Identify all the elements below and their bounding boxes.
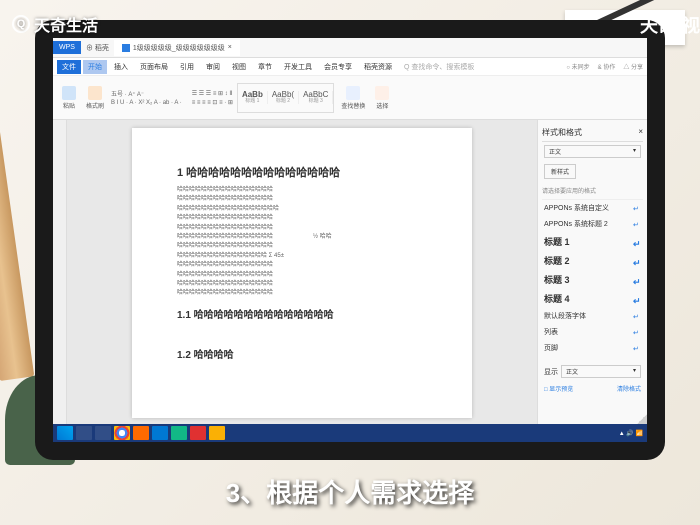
body-text: 哈哈哈哈哈哈哈哈哈哈哈哈哈哈哈哈 (177, 195, 427, 203)
style-preview-3[interactable]: AaBbC标题 3 (299, 91, 333, 104)
document-page[interactable]: 1 哈哈哈哈哈哈哈哈哈哈哈哈哈哈 哈哈哈哈哈哈哈哈哈哈哈哈哈哈哈哈 哈哈哈哈哈哈… (132, 128, 472, 418)
body-text: 哈哈哈哈哈哈哈哈哈哈哈哈哈哈哈哈 (177, 242, 427, 250)
task-search[interactable] (76, 426, 92, 440)
menu-resources[interactable]: 稻壳资源 (359, 60, 397, 74)
style-preview-1[interactable]: AaBb标题 1 (238, 91, 268, 104)
menu-start[interactable]: 开始 (83, 60, 107, 74)
menu-references[interactable]: 引用 (175, 60, 199, 74)
paste-group[interactable]: 粘贴 (59, 86, 79, 110)
find-icon (346, 86, 360, 100)
search-commands[interactable]: Q 查找命令、搜索模板 (399, 60, 479, 74)
panel-section-label: 请选择要应用的格式 (542, 182, 643, 200)
body-text: 哈哈哈哈哈哈哈哈哈哈哈哈哈哈哈哈½ 哈哈 (177, 233, 427, 241)
style-item[interactable]: 默认段落字体↵ (542, 308, 643, 324)
sync-status[interactable]: ○ 未同步 (566, 62, 589, 71)
system-tray[interactable]: ▲ 🔊 📶 (619, 430, 643, 437)
panel-title: 样式和格式 × (542, 124, 643, 142)
ribbon-toolbar: 粘贴 格式刷 五号 · A⁺ A⁻ B I U · A · X² X₂ A · … (53, 76, 647, 120)
video-caption: 3、根据个人需求选择 (0, 473, 700, 510)
find-replace[interactable]: 查找替换 (338, 86, 368, 110)
menu-right-group: ○ 未同步 & 协作 △ 分享 (566, 62, 643, 71)
menu-dev[interactable]: 开发工具 (279, 60, 317, 74)
pencil-decor (0, 99, 34, 381)
paste-icon (62, 86, 76, 100)
style-item-h1[interactable]: 标题 1↵ (542, 232, 643, 251)
document-tab[interactable]: 1级级级级级_级级级级级级级 × (114, 40, 240, 56)
style-item-h4[interactable]: 标题 4↵ (542, 289, 643, 308)
collab-button[interactable]: & 协作 (598, 62, 616, 71)
task-wps[interactable] (152, 426, 168, 440)
watermark-topright: 天奇·视 (640, 12, 700, 38)
doc-icon (122, 44, 130, 52)
task-app3[interactable] (190, 426, 206, 440)
styles-gallery[interactable]: AaBb标题 1 AaBb(标题 2 AaBbC标题 3 (237, 83, 334, 113)
body-text: 哈哈哈哈哈哈哈哈哈哈哈哈哈哈哈哈 (177, 261, 427, 269)
body-text: 哈哈哈哈哈哈哈哈哈哈哈哈哈哈哈哈 (177, 224, 427, 232)
show-filter-select[interactable]: 正文▾ (561, 365, 641, 378)
app-badge: WPS (53, 41, 81, 54)
task-app2[interactable] (171, 426, 187, 440)
menu-insert[interactable]: 插入 (109, 60, 133, 74)
style-item[interactable]: APPONs 系统自定义↵ (542, 200, 643, 216)
share-button[interactable]: △ 分享 (623, 62, 643, 71)
menu-file[interactable]: 文件 (57, 60, 81, 74)
menu-member[interactable]: 会员专享 (319, 60, 357, 74)
body-text: 哈哈哈哈哈哈哈哈哈哈哈哈哈哈哈哈 (177, 214, 427, 222)
template-tab[interactable]: ⊕ 稻壳 (81, 43, 114, 53)
styles-panel: 样式和格式 × 正文▾ 新样式 请选择要应用的格式 APPONs 系统自定义↵ … (537, 120, 647, 426)
task-app4[interactable] (209, 426, 225, 440)
screen: WPS ⊕ 稻壳 1级级级级级_级级级级级级级 × 文件 开始 插入 页面布局 … (53, 38, 647, 442)
style-item[interactable]: APPONs 系统标题 2↵ (542, 216, 643, 232)
body-text-sum: 哈哈哈哈哈哈哈哈哈哈哈哈哈哈哈 Σ 45± (177, 252, 427, 260)
body-text: 哈哈哈哈哈哈哈哈哈哈哈哈哈哈哈哈 (177, 271, 427, 279)
paragraph-controls[interactable]: ☰ ☰ ☰ ≡ ⊞ ↕ Ⅱ ≡ ≡ ≡ ≡ ⊡ ≡ · ⊞ (192, 90, 233, 106)
tab-close-icon[interactable]: × (228, 44, 232, 51)
document-area: 1 哈哈哈哈哈哈哈哈哈哈哈哈哈哈 哈哈哈哈哈哈哈哈哈哈哈哈哈哈哈哈 哈哈哈哈哈哈… (53, 120, 647, 426)
menu-view[interactable]: 视图 (227, 60, 251, 74)
doc-name: 1级级级级级_级级级级级级级 (133, 43, 225, 53)
monitor-frame: WPS ⊕ 稻壳 1级级级级级_级级级级级级级 × 文件 开始 插入 页面布局 … (35, 20, 665, 460)
heading-1: 1 哈哈哈哈哈哈哈哈哈哈哈哈哈哈 (177, 164, 427, 180)
body-text: 哈哈哈哈哈哈哈哈哈哈哈哈哈哈哈哈 (177, 289, 427, 297)
heading-1-2: 1.2 哈哈哈哈 (177, 346, 427, 361)
select-tool[interactable]: 选择 (372, 86, 392, 110)
task-app1[interactable] (133, 426, 149, 440)
brush-group[interactable]: 格式刷 (83, 86, 107, 110)
new-style-button[interactable]: 新样式 (544, 164, 576, 179)
menu-bar: 文件 开始 插入 页面布局 引用 审阅 视图 章节 开发工具 会员专享 稻壳资源… (53, 58, 647, 76)
body-text: 哈哈哈哈哈哈哈哈哈哈哈哈哈哈哈哈哈 (177, 205, 427, 213)
menu-review[interactable]: 审阅 (201, 60, 225, 74)
body-text: 哈哈哈哈哈哈哈哈哈哈哈哈哈哈哈哈 (177, 280, 427, 288)
brush-icon (88, 86, 102, 100)
menu-section[interactable]: 章节 (253, 60, 277, 74)
watermark-logo-icon: Q (12, 15, 30, 33)
show-preview-check[interactable]: □ 显示预览 (544, 384, 573, 393)
style-item[interactable]: 列表↵ (542, 324, 643, 340)
window-titlebar: WPS ⊕ 稻壳 1级级级级级_级级级级级级级 × (53, 38, 647, 58)
windows-taskbar: ▲ 🔊 📶 (53, 424, 647, 442)
panel-close-icon[interactable]: × (638, 127, 643, 138)
task-chrome[interactable] (114, 426, 130, 440)
style-preview-2[interactable]: AaBb(标题 2 (268, 91, 299, 104)
style-item[interactable]: 页脚↵ (542, 340, 643, 356)
select-icon (375, 86, 389, 100)
font-controls[interactable]: 五号 · A⁺ A⁻ B I U · A · X² X₂ A · ab · A … (111, 89, 182, 106)
task-explorer[interactable] (95, 426, 111, 440)
watermark-topleft: Q 天奇生活 (12, 12, 98, 36)
heading-1-1: 1.1 哈哈哈哈哈哈哈哈哈哈哈哈哈哈 (177, 306, 427, 321)
page-scroll[interactable]: 1 哈哈哈哈哈哈哈哈哈哈哈哈哈哈 哈哈哈哈哈哈哈哈哈哈哈哈哈哈哈哈 哈哈哈哈哈哈… (67, 120, 537, 426)
body-text: 哈哈哈哈哈哈哈哈哈哈哈哈哈哈哈哈 (177, 186, 427, 194)
start-button[interactable] (57, 426, 73, 440)
style-item-h3[interactable]: 标题 3↵ (542, 270, 643, 289)
clear-format-button[interactable]: 清除格式 (617, 384, 641, 393)
menu-layout[interactable]: 页面布局 (135, 60, 173, 74)
vertical-ruler[interactable] (53, 120, 67, 426)
style-item-h2[interactable]: 标题 2↵ (542, 251, 643, 270)
current-style-select[interactable]: 正文▾ (544, 145, 641, 158)
